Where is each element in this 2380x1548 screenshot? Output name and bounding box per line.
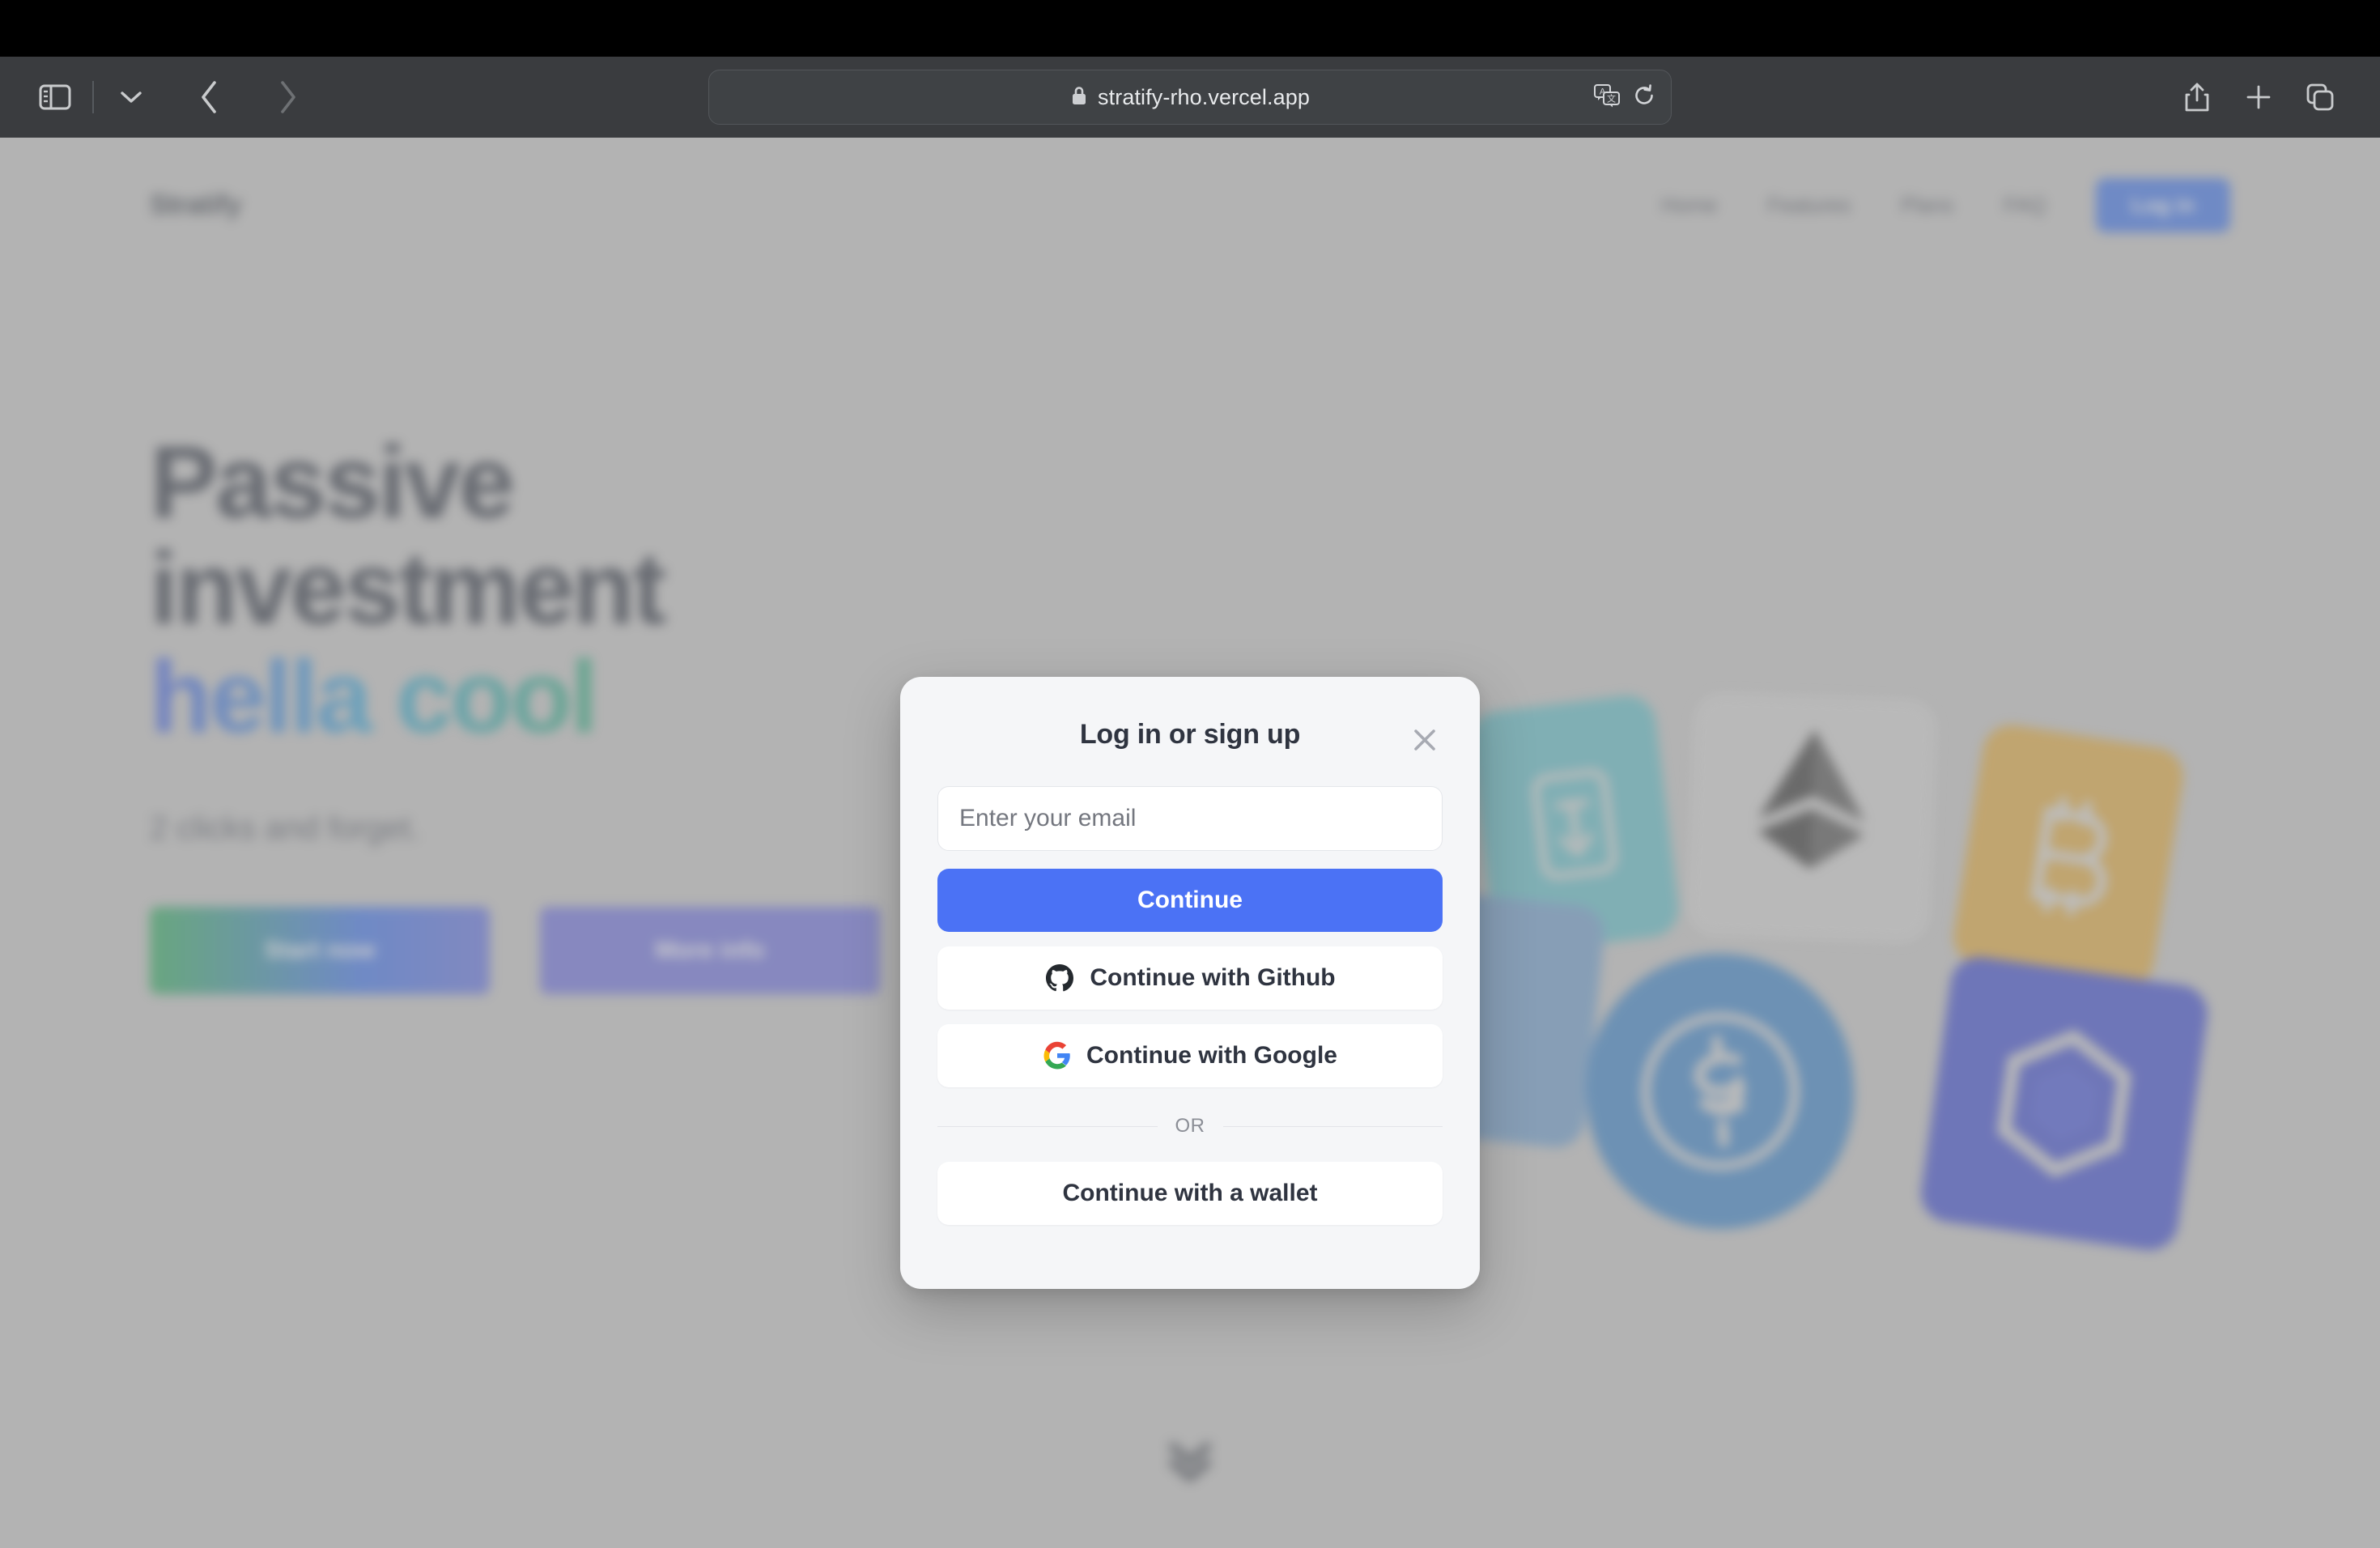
lock-icon (1070, 85, 1088, 110)
svg-text:文: 文 (1607, 92, 1616, 104)
google-button-label: Continue with Google (1086, 1042, 1337, 1069)
google-icon (1043, 1041, 1072, 1070)
or-divider: OR (937, 1115, 1443, 1138)
sidebar-toggle-icon[interactable] (28, 70, 83, 125)
page-viewport: Stratify Home Features Plans FAQ Log in … (0, 138, 2380, 1548)
url-text-group: stratify-rho.vercel.app (1070, 85, 1310, 110)
continue-with-google-button[interactable]: Continue with Google (937, 1024, 1443, 1087)
address-bar[interactable]: stratify-rho.vercel.app A 文 (708, 70, 1672, 125)
email-input[interactable] (937, 786, 1443, 851)
divider-line-left (937, 1125, 1158, 1127)
github-icon (1044, 963, 1075, 993)
share-icon[interactable] (2170, 70, 2225, 125)
toolbar-left-group (0, 70, 316, 125)
auth-modal: Log in or sign up Continue Continue with… (900, 677, 1480, 1289)
url-text: stratify-rho.vercel.app (1098, 84, 1310, 109)
toolbar-divider (92, 81, 94, 113)
divider-line-right (1222, 1125, 1443, 1127)
address-bar-actions: A 文 (1593, 83, 1656, 112)
address-bar-container: stratify-rho.vercel.app A 文 (708, 70, 1672, 125)
back-arrow-icon[interactable] (181, 70, 236, 125)
tab-overview-icon[interactable] (2293, 70, 2348, 125)
reload-icon[interactable] (1632, 83, 1656, 112)
plus-icon[interactable] (2231, 70, 2286, 125)
translate-icon[interactable]: A 文 (1593, 83, 1621, 112)
github-button-label: Continue with Github (1090, 964, 1336, 991)
or-label: OR (1175, 1115, 1205, 1137)
forward-arrow-icon (261, 70, 316, 125)
chevron-down-icon[interactable] (104, 70, 159, 125)
continue-button[interactable]: Continue (937, 869, 1443, 932)
continue-with-wallet-button[interactable]: Continue with a wallet (937, 1162, 1443, 1225)
browser-window: stratify-rho.vercel.app A 文 Stratify Hom… (0, 0, 2380, 1548)
close-icon[interactable] (1407, 722, 1443, 758)
toolbar-right-group (2170, 70, 2348, 125)
modal-title: Log in or sign up (1079, 719, 1301, 750)
continue-with-github-button[interactable]: Continue with Github (937, 946, 1443, 1010)
